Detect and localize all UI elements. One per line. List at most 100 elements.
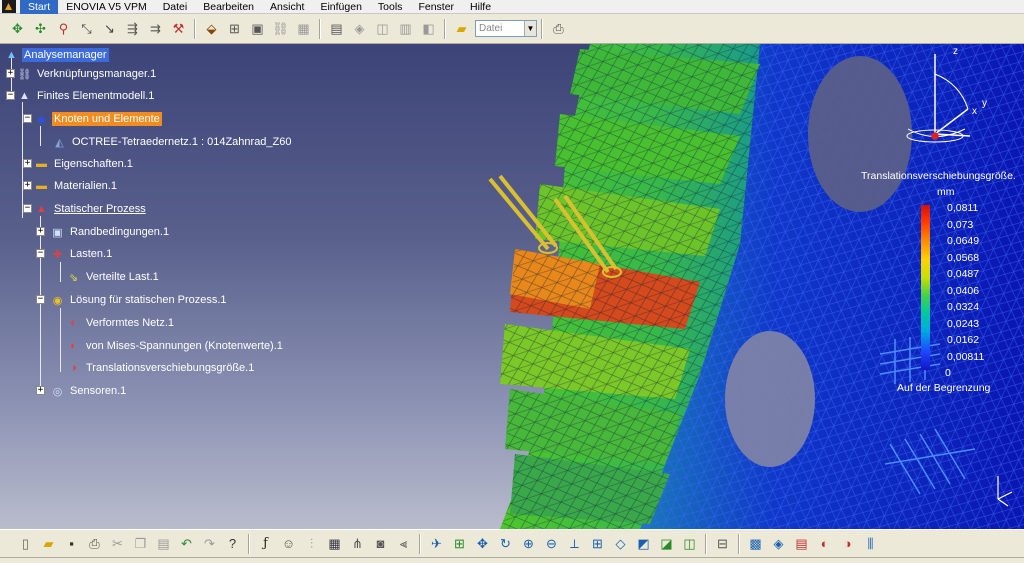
swap-space-icon[interactable]: ◫	[679, 533, 700, 554]
animate-icon[interactable]: ◐	[814, 533, 835, 554]
normal-view-icon[interactable]: ⟂	[564, 533, 585, 554]
distribute-icon[interactable]: ⇶	[122, 18, 143, 39]
expand-icon[interactable]: +	[23, 181, 32, 190]
spec-icon[interactable]: ▥	[395, 18, 416, 39]
tree-node-loads[interactable]: ✚ Lasten.1	[50, 245, 114, 263]
save-icon[interactable]: ▪	[61, 533, 82, 554]
menu-start[interactable]: Start	[20, 0, 59, 14]
image-icon[interactable]: ◈	[768, 533, 789, 554]
fly-mode-icon[interactable]: ✈	[426, 533, 447, 554]
iso-view-icon[interactable]: ◇	[610, 533, 631, 554]
tree-node-von-mises[interactable]: ◐ von Mises-Spannungen (Knotenwerte).1	[66, 337, 285, 355]
tree-node-label: Materialien.1	[54, 180, 117, 192]
catalog-icon[interactable]: ◙	[370, 533, 391, 554]
line-icon[interactable]: ↘	[99, 18, 120, 39]
spec-tree-icon[interactable]: ⊟	[712, 533, 733, 554]
print-preview-icon[interactable]: ⎙	[548, 18, 569, 39]
file-type-combo[interactable]: Datei ▼	[475, 20, 537, 37]
property-icon[interactable]: ⊞	[224, 18, 245, 39]
render-style-icon[interactable]: ◩	[633, 533, 654, 554]
hide-show-icon[interactable]: ◪	[656, 533, 677, 554]
menu-fenster[interactable]: Fenster	[410, 0, 462, 14]
print-icon[interactable]: ⎙	[84, 533, 105, 554]
collapse-icon[interactable]: −	[23, 204, 32, 213]
paste-icon[interactable]: ▤	[153, 533, 174, 554]
pointer-icon[interactable]: ⤡	[76, 18, 97, 39]
legend-value: 0,0162	[947, 334, 980, 346]
law-icon[interactable]: ⫶	[301, 533, 322, 554]
color-legend[interactable]: Translationsverschiebungsgröße. mm 0,081…	[857, 170, 1024, 400]
tree-node-fem-model[interactable]: ▲ Finites Elementmodell.1	[17, 87, 156, 105]
menu-hilfe[interactable]: Hilfe	[462, 0, 499, 14]
compute-icon[interactable]: ▩	[745, 533, 766, 554]
compass-move-icon[interactable]: ✣	[30, 18, 51, 39]
analysis-icon[interactable]: ⚒	[168, 18, 189, 39]
menu-einfuegen[interactable]: Einfügen	[312, 0, 369, 14]
tree-node-restraints[interactable]: ▣ Randbedingungen.1	[50, 223, 171, 241]
tree-node-properties[interactable]: ▬ Eigenschaften.1	[34, 155, 135, 173]
expand-icon[interactable]: +	[36, 386, 45, 395]
compass-z-label: z	[953, 46, 958, 57]
ruler-icon[interactable]: ◧	[418, 18, 439, 39]
whats-this-icon[interactable]: ?	[222, 533, 243, 554]
move-icon[interactable]: ✥	[7, 18, 28, 39]
multi-view-icon[interactable]: ⊞	[587, 533, 608, 554]
zoom-out-icon[interactable]: ⊖	[541, 533, 562, 554]
restraint-icon[interactable]: ⚲	[53, 18, 74, 39]
collapse-icon[interactable]: −	[6, 91, 15, 100]
catalog-icon[interactable]: ▤	[326, 18, 347, 39]
measure-icon[interactable]: ⫷	[393, 533, 414, 554]
analysis-manager-icon: ▲	[6, 49, 17, 61]
tree-node-distributed-load[interactable]: ⇘ Verteilte Last.1	[66, 268, 161, 286]
geometry-icon[interactable]: ◈	[349, 18, 370, 39]
pattern-grid-icon[interactable]: ▦	[293, 18, 314, 39]
tree-node-static-solution[interactable]: ◉ Lösung für statischen Prozess.1	[50, 291, 229, 309]
new-file-icon[interactable]: ▯	[15, 533, 36, 554]
collapse-icon[interactable]: −	[36, 295, 45, 304]
formula-icon[interactable]: ƒ	[255, 533, 276, 554]
collapse-icon[interactable]: −	[23, 114, 32, 123]
cut-plane-icon[interactable]: ◑	[837, 533, 858, 554]
menu-ansicht[interactable]: Ansicht	[262, 0, 312, 14]
menu-tools[interactable]: Tools	[370, 0, 411, 14]
amplitude-icon[interactable]: ⫼	[860, 533, 881, 554]
tree-node-static-case[interactable]: ▲ Statischer Prozess	[34, 200, 148, 218]
report-icon[interactable]: ▤	[791, 533, 812, 554]
fit-all-icon[interactable]: ⊞	[449, 533, 470, 554]
chevron-down-icon[interactable]: ▼	[524, 21, 536, 36]
link-icon[interactable]: ⛓	[270, 18, 291, 39]
cut-icon[interactable]: ✂	[107, 533, 128, 554]
table-icon[interactable]: ▦	[324, 533, 345, 554]
menu-enovia[interactable]: ENOVIA V5 VPM	[58, 0, 155, 14]
tree-node-sensors[interactable]: ◎ Sensoren.1	[50, 382, 128, 400]
3d-viewport[interactable]: z x y ▲ Analysemanager + ⛓ Verknüpfungsm…	[0, 44, 1024, 529]
tree-node-nodes-elements[interactable]: ◆ Knoten und Elemente	[34, 110, 162, 128]
catia-app-icon[interactable]	[2, 0, 16, 13]
tree-node-octree-mesh[interactable]: ◭ OCTREE-Tetraedernetz.1 : 014Zahnrad_Z6…	[52, 133, 294, 151]
material-icon[interactable]: ⬙	[201, 18, 222, 39]
copy-icon[interactable]: ❐	[130, 533, 151, 554]
rotate-icon[interactable]: ↻	[495, 533, 516, 554]
zoom-in-icon[interactable]: ⊕	[518, 533, 539, 554]
pan-icon[interactable]: ✥	[472, 533, 493, 554]
tree-node-materials[interactable]: ▬ Materialien.1	[34, 177, 119, 195]
tree-structure-icon[interactable]: ⋔	[347, 533, 368, 554]
tree-node-translational-displacement[interactable]: ◑ Translationsverschiebungsgröße.1	[66, 359, 256, 377]
open-folder-icon[interactable]: ▰	[451, 18, 472, 39]
expand-icon[interactable]: +	[36, 227, 45, 236]
tree-node-link-manager[interactable]: ⛓ Verknüpfungsmanager.1	[17, 65, 158, 83]
menu-bearbeiten[interactable]: Bearbeiten	[195, 0, 262, 14]
pattern-icon[interactable]: ⇉	[145, 18, 166, 39]
expand-icon[interactable]: +	[6, 69, 15, 78]
image-icon[interactable]: ▣	[247, 18, 268, 39]
knowledge-icon[interactable]: ☺	[278, 533, 299, 554]
redo-icon[interactable]: ↷	[199, 533, 220, 554]
open-folder-icon[interactable]: ▰	[38, 533, 59, 554]
undo-icon[interactable]: ↶	[176, 533, 197, 554]
mesh-icon[interactable]: ◫	[372, 18, 393, 39]
tree-root[interactable]: ▲ Analysemanager	[4, 46, 109, 64]
expand-icon[interactable]: +	[23, 159, 32, 168]
menu-datei[interactable]: Datei	[155, 0, 196, 14]
collapse-icon[interactable]: −	[36, 249, 45, 258]
tree-node-deformed-mesh[interactable]: ◐ Verformtes Netz.1	[66, 314, 176, 332]
